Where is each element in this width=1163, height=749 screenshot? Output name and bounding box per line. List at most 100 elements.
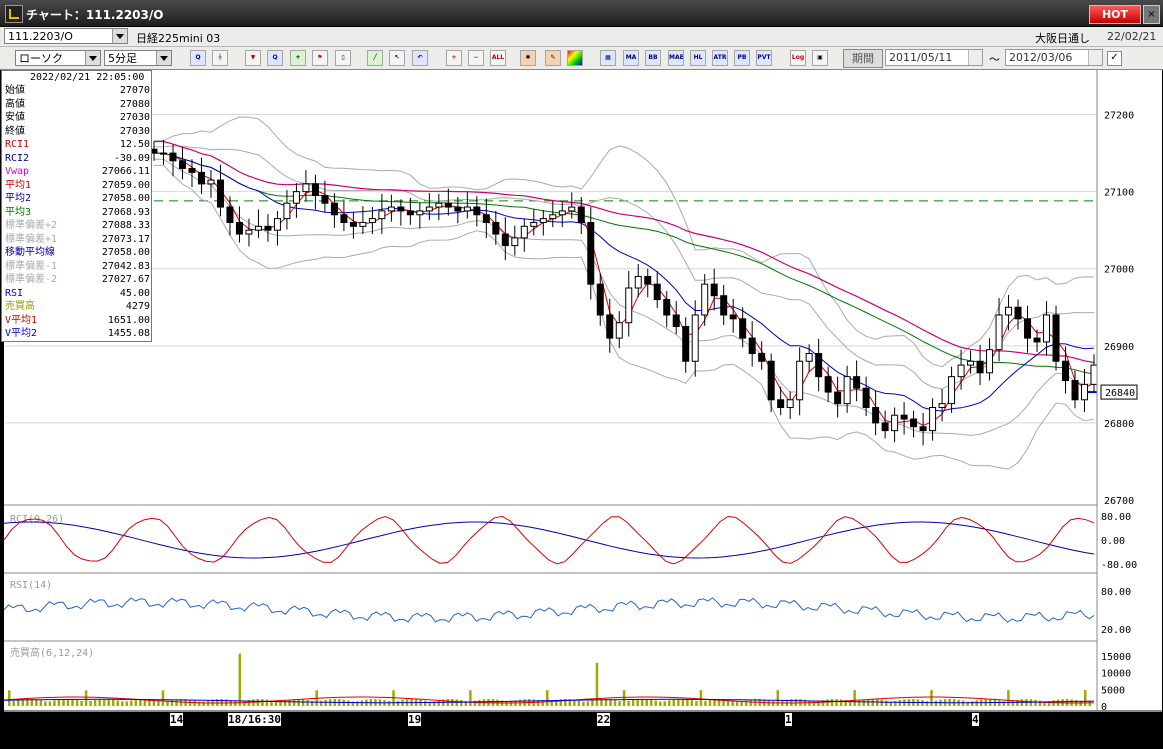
chart-type-select[interactable]: ローソク: [15, 50, 101, 66]
draw-line-icon[interactable]: ╱: [367, 50, 383, 66]
candle: [216, 179, 224, 208]
candle: [872, 406, 880, 424]
candle: [720, 295, 728, 316]
volume-axis-label: 5000: [1101, 685, 1125, 696]
bb-icon[interactable]: BB: [645, 50, 661, 66]
info-value: 27070: [119, 85, 150, 96]
candle: [815, 353, 823, 378]
volume-bar: [8, 690, 11, 706]
settings-icon[interactable]: ✱: [520, 50, 536, 66]
volume-bar: [636, 699, 639, 706]
chevron-down-icon[interactable]: [112, 29, 127, 43]
info-label: V平均1: [5, 314, 38, 326]
period-button[interactable]: 期間: [843, 49, 883, 68]
candle: [1071, 380, 1079, 401]
rsi-axis-label: 20.00: [1101, 625, 1131, 636]
volume-bar: [876, 699, 879, 706]
volume-bar: [591, 700, 594, 706]
tools-icon[interactable]: ✎: [545, 50, 561, 66]
candle: [444, 202, 452, 208]
candle: [359, 221, 367, 227]
chart-add-icon[interactable]: +: [290, 50, 306, 66]
rci-axis-label: 0.00: [1101, 536, 1125, 547]
trash-icon[interactable]: ▯: [335, 50, 351, 66]
candle: [245, 229, 253, 235]
volume-bar: [437, 700, 440, 706]
undo-icon[interactable]: ↶: [412, 50, 428, 66]
pb-icon[interactable]: PB: [734, 50, 750, 66]
volume-bar: [930, 690, 933, 706]
calendar-icon[interactable]: [1088, 50, 1102, 65]
volume-bar: [84, 690, 88, 706]
ma-icon[interactable]: MA: [623, 50, 639, 66]
stamp-icon[interactable]: ▼: [245, 50, 261, 66]
info-row: 平均3 27068.93: [5, 206, 150, 219]
info-label: 平均2: [5, 193, 32, 204]
candle: [1062, 360, 1070, 382]
candle: [663, 299, 671, 316]
candle: [986, 349, 994, 374]
mae-icon[interactable]: MAE: [668, 50, 684, 66]
info-value: 1455.08: [107, 328, 150, 339]
info-value: 27030: [119, 125, 150, 137]
volume-bar: [613, 700, 617, 706]
info-label: 移動平均線: [5, 247, 55, 258]
cursor-icon[interactable]: ↖: [389, 50, 405, 66]
hl-icon[interactable]: HL: [690, 50, 706, 66]
x-axis-label: 1: [785, 713, 792, 726]
flag-icon[interactable]: ⚑: [312, 50, 328, 66]
x-axis-line: [4, 710, 1162, 712]
volume-bar: [89, 700, 92, 706]
volume-bar: [735, 701, 739, 706]
candle: [1014, 306, 1022, 320]
apply-checkbox[interactable]: ✓: [1107, 51, 1122, 66]
log-icon[interactable]: Log: [790, 50, 806, 66]
to-date-value: 2012/03/06: [1009, 51, 1073, 64]
candle: [853, 376, 861, 389]
chevron-down-icon[interactable]: [85, 51, 100, 65]
all-icon[interactable]: ALL: [490, 50, 506, 66]
volume-bar: [654, 700, 657, 706]
chart-area[interactable]: 27200 27100 27000 26900 26800 26700 26840 RCI(9…: [3, 70, 1162, 713]
candle: [710, 283, 718, 297]
from-date-input[interactable]: 2011/05/11: [885, 49, 983, 66]
hot-button[interactable]: HOT: [1089, 5, 1141, 24]
magnifier-icon[interactable]: Q: [267, 50, 283, 66]
atr-icon[interactable]: ATR: [712, 50, 728, 66]
volume-bar: [1007, 690, 1010, 706]
volume-bar: [961, 700, 965, 706]
volume-bar: [649, 699, 653, 706]
from-date-value: 2011/05/11: [889, 51, 953, 64]
close-icon[interactable]: ×: [1143, 5, 1160, 24]
crosshair-icon[interactable]: ┼: [212, 50, 228, 66]
info-label: 標準偏差-1: [5, 260, 58, 272]
candle: [834, 391, 842, 405]
palette-icon[interactable]: [567, 50, 583, 66]
interval-select[interactable]: 5分足: [104, 50, 172, 66]
chevron-down-icon[interactable]: [156, 51, 171, 65]
calendar-icon[interactable]: [968, 50, 982, 65]
to-date-input[interactable]: 2012/03/06: [1005, 49, 1103, 66]
grid-icon[interactable]: ▦: [600, 50, 616, 66]
volume-bar: [545, 690, 549, 706]
candle: [625, 287, 633, 324]
volume-bar: [772, 701, 775, 706]
volume-bar: [934, 700, 938, 706]
zoom-out-icon[interactable]: −: [468, 50, 484, 66]
volume-bar: [121, 701, 124, 706]
y-axis-label: 26900: [1104, 342, 1134, 353]
symbol-select[interactable]: 111.2203/O: [4, 28, 128, 44]
chart-canvas[interactable]: 27200271002700026900268002670026840RCI(9…: [3, 70, 1162, 713]
pvt-icon[interactable]: PVT: [756, 50, 772, 66]
zoom-icon[interactable]: Q: [190, 50, 206, 66]
current-price-label: 26840: [1105, 388, 1135, 399]
info-label: 終値: [5, 125, 25, 137]
info-row: 売買高 4279: [5, 300, 150, 313]
candle: [1005, 306, 1013, 316]
export-icon[interactable]: ▣: [812, 50, 828, 66]
volume-bar: [202, 701, 205, 706]
zoom-in-icon[interactable]: +: [446, 50, 462, 66]
candle: [520, 225, 528, 239]
candle: [691, 314, 699, 362]
info-value: 27088.33: [101, 220, 150, 231]
